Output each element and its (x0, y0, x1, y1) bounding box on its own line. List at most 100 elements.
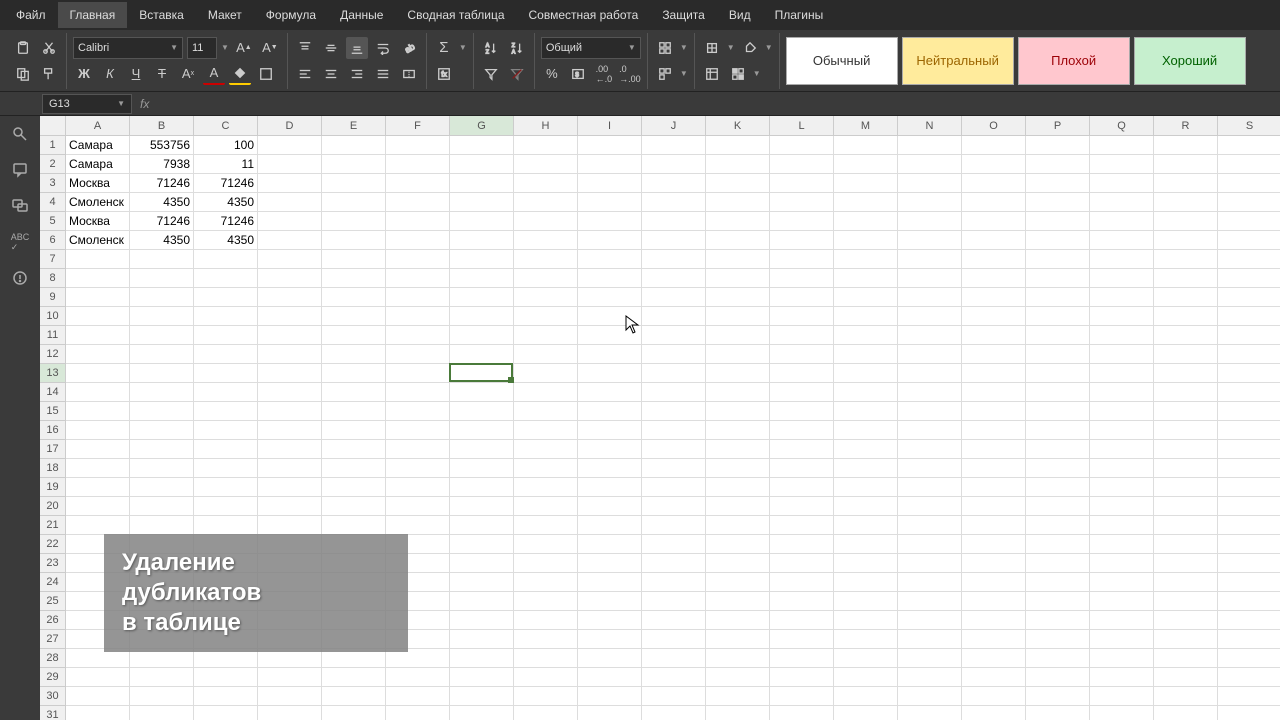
row-header-27[interactable]: 27 (40, 630, 66, 649)
cell-H8[interactable] (514, 269, 578, 288)
row-header-6[interactable]: 6 (40, 231, 66, 250)
cell-A6[interactable]: Смоленск (66, 231, 130, 250)
cell-A1[interactable]: Самара (66, 136, 130, 155)
cell-D12[interactable] (258, 345, 322, 364)
cell-E14[interactable] (322, 383, 386, 402)
cell-I25[interactable] (578, 592, 642, 611)
cell-O7[interactable] (962, 250, 1026, 269)
cell-I23[interactable] (578, 554, 642, 573)
row-header-29[interactable]: 29 (40, 668, 66, 687)
cell-A21[interactable] (66, 516, 130, 535)
cell-G10[interactable] (450, 307, 514, 326)
cell-C30[interactable] (194, 687, 258, 706)
cell-S8[interactable] (1218, 269, 1280, 288)
cell-N25[interactable] (898, 592, 962, 611)
cell-O14[interactable] (962, 383, 1026, 402)
fx-label[interactable]: fx (140, 97, 149, 111)
cell-J23[interactable] (642, 554, 706, 573)
cell-I5[interactable] (578, 212, 642, 231)
cell-D17[interactable] (258, 440, 322, 459)
row-header-10[interactable]: 10 (40, 307, 66, 326)
cell-K7[interactable] (706, 250, 770, 269)
cell-M22[interactable] (834, 535, 898, 554)
cell-S14[interactable] (1218, 383, 1280, 402)
justify-button[interactable] (372, 63, 394, 85)
cell-R18[interactable] (1154, 459, 1218, 478)
cell-Q22[interactable] (1090, 535, 1154, 554)
cell-M25[interactable] (834, 592, 898, 611)
cell-Q1[interactable] (1090, 136, 1154, 155)
style-bad-button[interactable]: Плохой (1018, 37, 1130, 85)
cell-G3[interactable] (450, 174, 514, 193)
cell-D8[interactable] (258, 269, 322, 288)
cell-J18[interactable] (642, 459, 706, 478)
cell-O24[interactable] (962, 573, 1026, 592)
cell-J27[interactable] (642, 630, 706, 649)
cell-I15[interactable] (578, 402, 642, 421)
cell-P2[interactable] (1026, 155, 1090, 174)
cell-F12[interactable] (386, 345, 450, 364)
cell-J3[interactable] (642, 174, 706, 193)
cell-L13[interactable] (770, 364, 834, 383)
cell-G8[interactable] (450, 269, 514, 288)
cell-H3[interactable] (514, 174, 578, 193)
cell-C11[interactable] (194, 326, 258, 345)
cell-D10[interactable] (258, 307, 322, 326)
cell-R6[interactable] (1154, 231, 1218, 250)
cell-Q7[interactable] (1090, 250, 1154, 269)
cell-C1[interactable]: 100 (194, 136, 258, 155)
cell-N23[interactable] (898, 554, 962, 573)
cell-F14[interactable] (386, 383, 450, 402)
cell-E7[interactable] (322, 250, 386, 269)
cell-O23[interactable] (962, 554, 1026, 573)
font-size-input[interactable]: 11 (187, 37, 217, 59)
cell-B8[interactable] (130, 269, 194, 288)
menu-формула[interactable]: Формула (254, 2, 328, 28)
cell-R29[interactable] (1154, 668, 1218, 687)
col-header-C[interactable]: C (194, 116, 258, 136)
cell-L18[interactable] (770, 459, 834, 478)
col-header-R[interactable]: R (1154, 116, 1218, 136)
cell-G20[interactable] (450, 497, 514, 516)
cell-L12[interactable] (770, 345, 834, 364)
select-all-corner[interactable] (40, 116, 66, 136)
col-header-H[interactable]: H (514, 116, 578, 136)
cell-Q17[interactable] (1090, 440, 1154, 459)
borders-button[interactable] (255, 63, 277, 85)
cell-S16[interactable] (1218, 421, 1280, 440)
cell-K25[interactable] (706, 592, 770, 611)
cell-D31[interactable] (258, 706, 322, 720)
cell-L11[interactable] (770, 326, 834, 345)
cell-P26[interactable] (1026, 611, 1090, 630)
cell-J14[interactable] (642, 383, 706, 402)
cell-B17[interactable] (130, 440, 194, 459)
cell-K2[interactable] (706, 155, 770, 174)
cell-L10[interactable] (770, 307, 834, 326)
menu-вставка[interactable]: Вставка (127, 2, 196, 28)
conditional-format-button[interactable] (701, 37, 723, 59)
cell-A4[interactable]: Смоленск (66, 193, 130, 212)
cell-C18[interactable] (194, 459, 258, 478)
cell-P5[interactable] (1026, 212, 1090, 231)
cell-G27[interactable] (450, 630, 514, 649)
cell-E20[interactable] (322, 497, 386, 516)
cell-I13[interactable] (578, 364, 642, 383)
cell-J15[interactable] (642, 402, 706, 421)
cell-D11[interactable] (258, 326, 322, 345)
cell-Q5[interactable] (1090, 212, 1154, 231)
cell-R7[interactable] (1154, 250, 1218, 269)
cell-N6[interactable] (898, 231, 962, 250)
row-header-2[interactable]: 2 (40, 155, 66, 174)
cell-P12[interactable] (1026, 345, 1090, 364)
cell-M11[interactable] (834, 326, 898, 345)
cell-O20[interactable] (962, 497, 1026, 516)
cell-M14[interactable] (834, 383, 898, 402)
cell-S25[interactable] (1218, 592, 1280, 611)
cell-M17[interactable] (834, 440, 898, 459)
cell-J10[interactable] (642, 307, 706, 326)
cell-O19[interactable] (962, 478, 1026, 497)
cell-P28[interactable] (1026, 649, 1090, 668)
cell-P29[interactable] (1026, 668, 1090, 687)
cell-I24[interactable] (578, 573, 642, 592)
cell-R14[interactable] (1154, 383, 1218, 402)
